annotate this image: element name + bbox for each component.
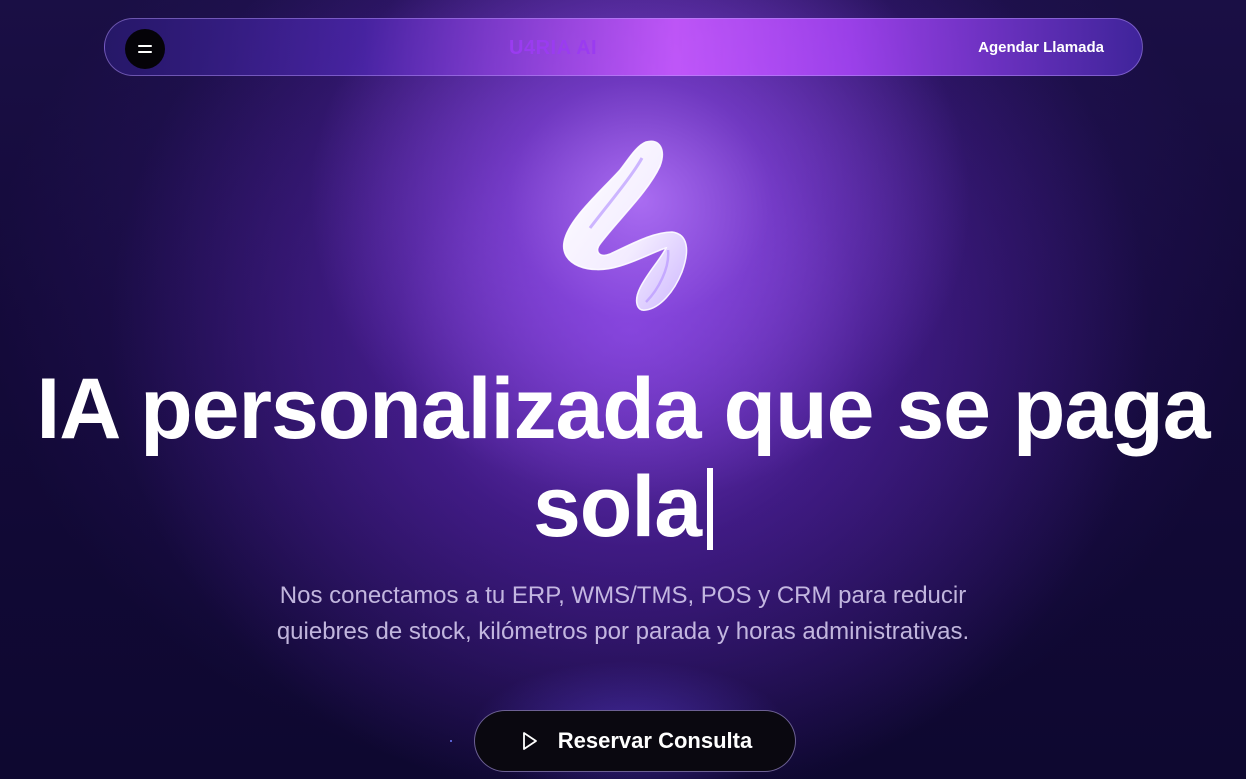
- subtitle-line-2: quiebres de stock, kilómetros por parada…: [276, 618, 970, 645]
- decorative-dot: [450, 740, 452, 742]
- typing-caret: [707, 468, 714, 550]
- headline-line-1: IA personalizada que se paga: [36, 361, 1210, 457]
- landing-page: U4RIA AI Agendar Llamada IA personalizad…: [0, 0, 1246, 779]
- reserve-button-label: Reservar Consulta: [557, 728, 753, 753]
- menu-icon: [138, 45, 152, 53]
- hero-subtitle: Nos conectamos a tu ERP, WMS/TMS, POS y …: [223, 578, 1023, 650]
- brand-name[interactable]: U4RIA AI: [509, 37, 597, 60]
- menu-button[interactable]: [125, 29, 165, 69]
- headline-line-2-wrap: sola: [0, 458, 1246, 556]
- subtitle-line-1: Nos conectamos a tu ERP, WMS/TMS, POS y …: [279, 582, 967, 609]
- top-nav-bar: U4RIA AI Agendar Llamada: [104, 18, 1143, 76]
- hero-headline: IA personalizada que se paga sola: [0, 360, 1246, 556]
- play-icon: [522, 732, 537, 750]
- schedule-call-link[interactable]: Agendar Llamada: [978, 39, 1104, 56]
- headline-line-2: sola: [532, 459, 702, 555]
- reserve-consultation-button[interactable]: Reservar Consulta: [474, 710, 796, 772]
- u4ria-logo-mark-icon: [562, 140, 688, 311]
